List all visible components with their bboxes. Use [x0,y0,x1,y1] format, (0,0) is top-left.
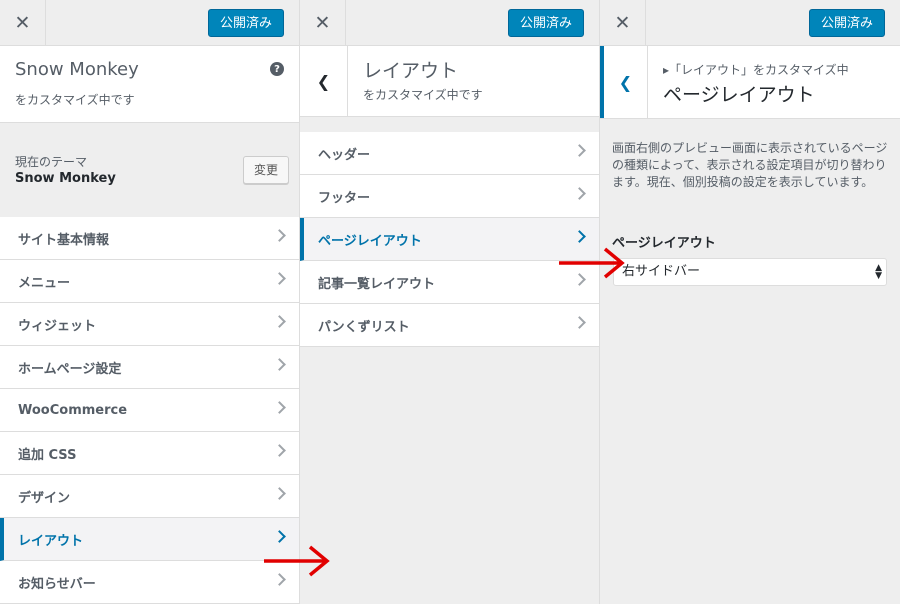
top-bar: ✕ 公開済み [0,0,299,46]
customizer-panel-page-layout: ✕ 公開済み ❮ ▸「レイアウト」をカスタマイズ中 ページレイアウト 画面右側の… [600,0,900,604]
section-item-label: お知らせバー [18,576,96,592]
section-item-footer[interactable]: フッター [300,175,599,218]
site-info-header: Snow Monkey をカスタマイズ中です ? [0,46,299,123]
section-item-menus[interactable]: メニュー [0,260,299,303]
help-icon[interactable]: ? [270,62,284,76]
section-item-label: デザイン [18,490,71,506]
chevron-right-icon [273,487,286,500]
chevron-right-icon [573,316,586,329]
section-item-label: 記事一覧レイアウト [318,276,436,292]
current-theme-name: Snow Monkey [15,171,116,186]
chevron-right-icon [573,230,586,243]
chevron-right-icon [273,358,286,371]
close-icon[interactable]: ✕ [300,0,346,45]
section-item-label: レイアウト [18,533,84,549]
publish-button[interactable]: 公開済み [507,9,584,37]
back-chevron-icon[interactable]: ❮ [600,46,648,118]
section-header: ❮ ▸「レイアウト」をカスタマイズ中 ページレイアウト [600,46,900,119]
site-title: Snow Monkey [15,59,139,80]
publish-button[interactable]: 公開済み [808,9,885,37]
section-item-label: フッター [318,190,371,206]
change-theme-button[interactable]: 変更 [242,156,289,184]
section-item-breadcrumbs[interactable]: パンくずリスト [300,304,599,347]
close-icon[interactable]: ✕ [0,0,46,45]
section-item-homepage-settings[interactable]: ホームページ設定 [0,346,299,389]
section-description: 画面右側のプレビュー画面に表示されているページの種類によって、表示される設定項目… [612,141,888,189]
customizer-panel-layout: ✕ 公開済み ❮ レイアウト をカスタマイズ中です ヘッダー フッター ページレ… [300,0,600,604]
annotation-arrow-icon [559,247,625,279]
page-layout-label: ページレイアウト [612,236,716,251]
section-item-site-identity[interactable]: サイト基本情報 [0,217,299,260]
section-item-widgets[interactable]: ウィジェット [0,303,299,346]
section-item-label: WooCommerce [18,402,128,418]
section-title: ページレイアウト [663,84,815,106]
section-item-header[interactable]: ヘッダー [300,132,599,175]
section-item-page-layout[interactable]: ページレイアウト [300,218,599,261]
section-item-design[interactable]: デザイン [0,475,299,518]
current-theme-label: 現在のテーマ [15,155,88,169]
select-arrows-icon: ▲ ▼ [875,263,882,281]
section-list: ヘッダー フッター ページレイアウト 記事一覧レイアウト パンくずリスト [300,132,599,347]
section-item-label: ウィジェット [18,318,97,334]
chevron-right-icon [273,530,286,543]
panel-header: ❮ レイアウト をカスタマイズ中です [300,46,599,117]
section-item-label: メニュー [18,275,71,291]
chevron-right-icon [273,444,286,457]
customizer-panel-root: ✕ 公開済み Snow Monkey をカスタマイズ中です ? 現在のテーマ S… [0,0,300,604]
section-item-woocommerce[interactable]: WooCommerce [0,389,299,432]
section-item-notice-bar[interactable]: お知らせバー [0,561,299,604]
customizing-subtitle: をカスタマイズ中です [15,93,135,107]
chevron-right-icon [273,229,286,242]
breadcrumb: ▸「レイアウト」をカスタマイズ中 [663,63,849,77]
chevron-right-icon [273,315,286,328]
section-item-layout[interactable]: レイアウト [0,518,299,561]
section-list: サイト基本情報 メニュー ウィジェット ホームページ設定 WooCommerce… [0,217,299,604]
close-icon[interactable]: ✕ [600,0,646,45]
chevron-right-icon [273,401,286,414]
customizing-subtitle: をカスタマイズ中です [363,88,483,102]
section-item-label: パンくずリスト [318,319,410,335]
top-bar: ✕ 公開済み [600,0,900,46]
section-item-label: ヘッダー [318,147,371,163]
panel-title: レイアウト [363,60,459,82]
section-item-label: ページレイアウト [318,233,422,249]
current-theme-section: 現在のテーマ Snow Monkey 変更 [0,140,299,202]
page-layout-select[interactable]: 右サイドバー ▲ ▼ [613,258,887,286]
publish-button[interactable]: 公開済み [207,9,284,37]
chevron-right-icon [573,144,586,157]
select-value: 右サイドバー [622,264,701,279]
chevron-right-icon [573,187,586,200]
section-item-additional-css[interactable]: 追加 CSS [0,432,299,475]
section-item-label: 追加 CSS [18,447,77,463]
back-chevron-icon[interactable]: ❮ [300,46,348,116]
section-item-archive-layout[interactable]: 記事一覧レイアウト [300,261,599,304]
section-item-label: サイト基本情報 [18,232,110,248]
section-item-label: ホームページ設定 [18,361,122,377]
top-bar: ✕ 公開済み [300,0,599,46]
chevron-right-icon [273,272,286,285]
annotation-arrow-icon [264,545,330,577]
